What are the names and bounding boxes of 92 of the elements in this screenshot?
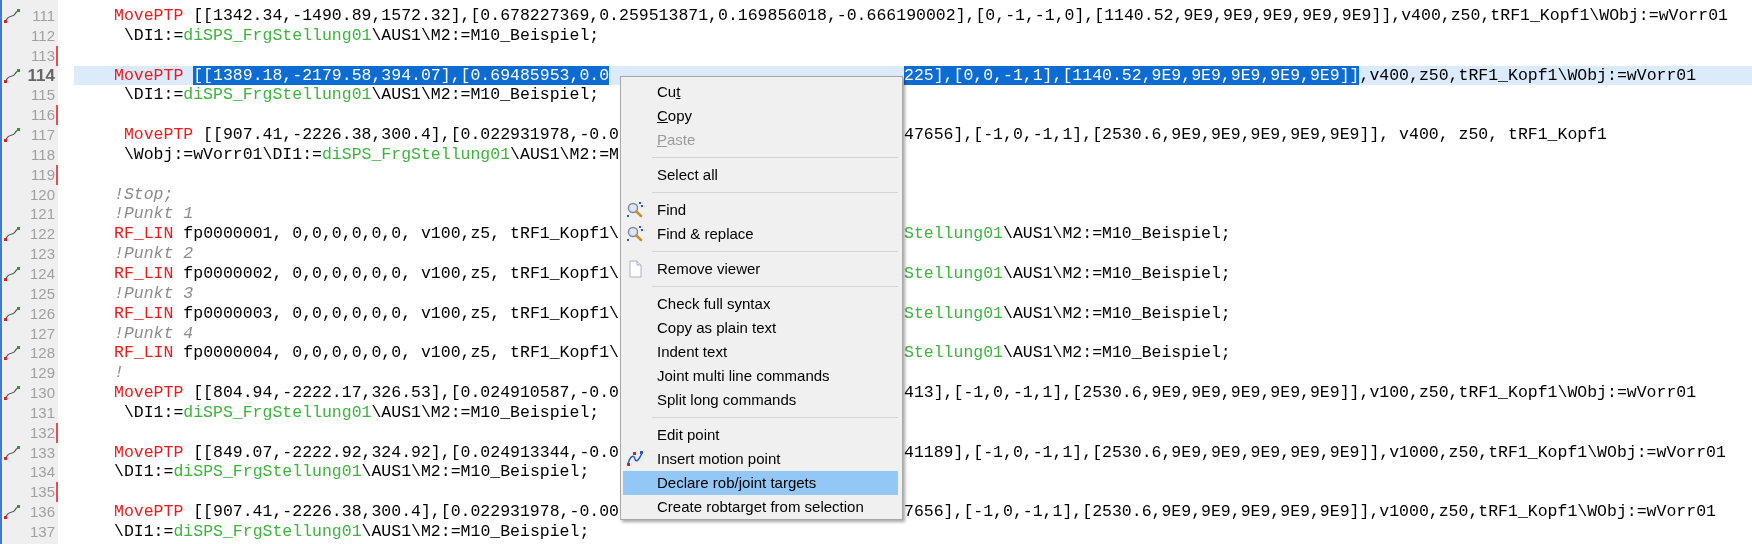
code-line: Stellung01\AUS1\M2:=M10_Beispiel; (904, 303, 1231, 324)
line-number: 128 (29, 343, 55, 364)
menu-item[interactable]: Select all (623, 163, 898, 187)
menu-item[interactable]: Split long commands (623, 388, 898, 412)
menu-item[interactable]: Insert motion point (623, 447, 898, 471)
line-number: 117 (31, 125, 55, 145)
code-line: !Punkt 4 (114, 323, 194, 344)
code-line: \DI1:=diSPS_FrgStellung01\AUS1\M2:=M10_Beispiel; (114, 521, 590, 542)
code-line: MovePTP [[849.07,-2222.92,324.92],[0.024913344,-0.0 (114, 442, 619, 463)
menu-item[interactable]: Check full syntax (623, 292, 898, 316)
curve-icon (3, 444, 21, 461)
menu-item[interactable]: Find & replace (623, 222, 898, 246)
change-marker (56, 105, 58, 126)
page-icon (626, 260, 644, 278)
change-marker (56, 422, 58, 443)
line-number: 112 (31, 25, 55, 46)
search-icon (626, 225, 644, 243)
line-number: 119 (31, 164, 55, 185)
code-line: Stellung01\AUS1\M2:=M10_Beispiel; (904, 263, 1231, 284)
line-number: 133 (29, 442, 55, 463)
code-line: Stellung01\AUS1\M2:=M10_Beispiel; (904, 343, 1231, 364)
menu-item[interactable]: Remove viewer (623, 257, 898, 281)
curve-icon (3, 504, 21, 521)
line-number: 120 (29, 184, 55, 205)
menu-item[interactable]: Joint multi line commands (623, 364, 898, 388)
code-line: 225],[0,0,-1,1],[1140.52,9E9,9E9,9E9,9E9,9E9]],v400,z50,tRF1_Kopf1\WObj:=wVorr01 (904, 65, 1697, 86)
curve-icon (3, 345, 21, 362)
code-line: MovePTP [[804.94,-2222.17,326.53],[0.024910587,-0.0 (114, 383, 619, 403)
curve-icon (626, 450, 644, 468)
line-number: 130 (29, 383, 55, 403)
code-line: 7656],[-1,0,-1,1],[2530.6,9E9,9E9,9E9,9E9,9E9]],v1000,z50,tRF1_Kopf1\WObj:=wVorr01 (904, 502, 1716, 522)
code-line: 413],[-1,0,-1,1],[2530.6,9E9,9E9,9E9,9E9,9E9]],v100,z50,tRF1_Kopf1\WObj:=wVorr01 (904, 383, 1697, 403)
code-line: Stellung01\AUS1\M2:=M10_Beispiel; (904, 224, 1231, 245)
line-number: 124 (29, 263, 55, 284)
code-line: RF_LIN fp0000002, 0,0,0,0,0,0, v100,z5, tRF1_Kopf1\ (114, 263, 619, 284)
change-marker (56, 164, 58, 185)
menu-item[interactable]: Find (623, 198, 898, 222)
code-line: MovePTP [[1389.18,-2179.58,394.07],[0.69485953,0.0 (114, 65, 610, 86)
code-line: !Stop; (114, 184, 174, 205)
curve-icon (3, 265, 21, 282)
code-line: ! (114, 363, 124, 384)
code-line: !Punkt 3 (114, 283, 194, 304)
line-number: 113 (31, 45, 55, 66)
line-number: 123 (29, 244, 55, 264)
menu-item[interactable]: Indent text (623, 340, 898, 364)
menu-item[interactable]: Copy as plain text (623, 316, 898, 340)
line-number: 127 (29, 323, 55, 344)
code-line: RF_LIN fp0000003, 0,0,0,0,0,0, v100,z5, tRF1_Kopf1\ (114, 303, 619, 324)
menu-item[interactable]: Copy (623, 104, 898, 128)
line-number: 114 (27, 65, 55, 86)
line-number: 115 (31, 85, 55, 106)
code-line: 47656],[-1,0,-1,1],[2530.6,9E9,9E9,9E9,9E9,9E9]], v400, z50, tRF1_Kopf1 (904, 125, 1607, 145)
line-number: 118 (31, 144, 55, 165)
code-line: MovePTP [[907.41,-2226.38,300.4],[0.022931978,-0.0 (122, 125, 619, 145)
line-number: 136 (29, 502, 55, 522)
code-line: \Wobj:=wVorr01\DI1:=diSPS_FrgStellung01\AUS1\M2:=M (122, 144, 619, 165)
curve-icon (3, 305, 21, 322)
code-line: \DI1:=diSPS_FrgStellung01\AUS1\M2:=M10_Beispiel; (122, 25, 600, 46)
code-line: RF_LIN fp0000004, 0,0,0,0,0,0, v100,z5, tRF1_Kopf1\ (114, 343, 619, 364)
line-number: 132 (29, 422, 55, 443)
line-number: 111 (32, 6, 55, 26)
curve-icon (3, 8, 21, 24)
code-line: MovePTP [[1342.34,-1490.89,1572.32],[0.678227369,0.259513871,0.169856018,-0.666190002],[0,-1,-1,0],[1140.52,9E9,9E9,9E9,9E9,9E9]],v400,z50,tRF1_Kopf1\WObj:=wVorr01 (114, 6, 1728, 26)
code-line: \DI1:=diSPS_FrgStellung01\AUS1\M2:=M10_Beispiel; (122, 85, 600, 106)
menu-item[interactable]: Cut (623, 80, 898, 104)
line-number: 125 (29, 283, 55, 304)
line-number: 134 (29, 462, 55, 483)
code-line: !Punkt 2 (114, 244, 194, 264)
search-icon (626, 201, 644, 219)
line-number: 129 (29, 363, 55, 384)
line-number: 121 (29, 204, 55, 225)
code-line: 41189],[-1,0,-1,1],[2530.6,9E9,9E9,9E9,9E9,9E9]],v1000,z50,tRF1_Kopf1\WObj:=wVorr01 (904, 442, 1726, 463)
menu-item[interactable]: Edit point (623, 423, 898, 447)
curve-icon (3, 67, 21, 84)
change-marker (56, 482, 58, 503)
line-number: 126 (29, 303, 55, 324)
line-number: 137 (29, 521, 55, 542)
line-number: 116 (31, 105, 55, 126)
code-line: RF_LIN fp0000001, 0,0,0,0,0,0, v100,z5, tRF1_Kopf1\ (114, 224, 619, 245)
code-line: \DI1:=diSPS_FrgStellung01\AUS1\M2:=M10_Beispiel; (114, 462, 590, 483)
curve-icon (3, 226, 21, 243)
curve-icon (3, 127, 21, 144)
menu-item[interactable]: Declare rob/joint targets (623, 471, 898, 495)
code-line: !Punkt 1 (114, 204, 194, 225)
code-line: \DI1:=diSPS_FrgStellung01\AUS1\M2:=M10_Beispiel; (122, 402, 600, 423)
line-number: 135 (29, 482, 55, 503)
curve-icon (3, 385, 21, 402)
code-line: MovePTP [[907.41,-2226.38,300.4],[0.022931978,-0.00 (114, 502, 619, 522)
change-marker (56, 45, 58, 66)
line-number: 131 (29, 402, 55, 423)
line-number: 122 (29, 224, 55, 245)
menu-item[interactable]: Create robtarget from selection (623, 495, 898, 519)
